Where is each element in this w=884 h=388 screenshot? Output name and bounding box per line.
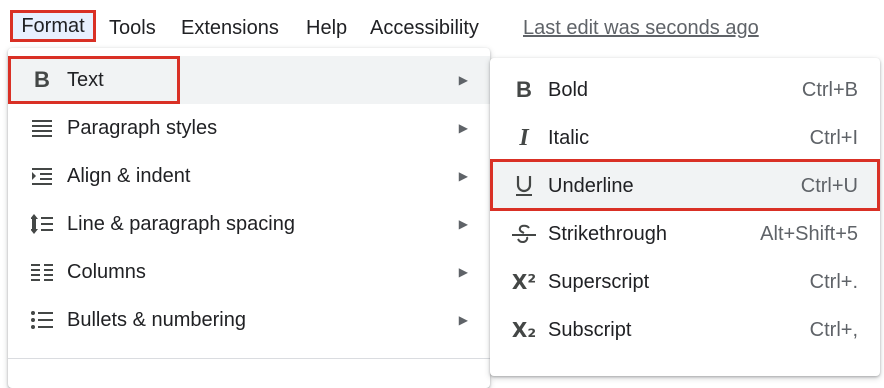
underline-icon — [512, 174, 536, 198]
format-menu-item-text[interactable]: B Text ▶ — [8, 56, 490, 104]
menu-tools[interactable]: Tools — [109, 14, 156, 42]
paragraph-styles-icon — [30, 116, 54, 140]
submenu-arrow-icon: ▶ — [458, 73, 468, 87]
format-menu-item-label: Paragraph styles — [67, 116, 218, 139]
text-submenu-item-strikethrough[interactable]: Strikethrough Alt+Shift+5 — [490, 210, 880, 258]
shortcut-label: Ctrl+. — [809, 271, 858, 293]
submenu-item-label: Subscript — [548, 319, 632, 341]
submenu-arrow-icon: ▶ — [458, 169, 468, 183]
shortcut-label: Ctrl+, — [809, 319, 858, 341]
indent-icon — [30, 164, 54, 188]
columns-icon — [30, 260, 54, 284]
strikethrough-icon — [512, 222, 536, 246]
submenu-item-label: Superscript — [548, 271, 650, 293]
menu-format[interactable]: Format — [10, 10, 96, 42]
format-menu-item-bullets[interactable]: Bullets & numbering ▶ — [8, 296, 490, 344]
text-submenu-item-bold[interactable]: B Bold Ctrl+B — [490, 66, 880, 114]
text-submenu-item-italic[interactable]: I Italic Ctrl+I — [490, 114, 880, 162]
format-menu-item-paragraph-styles[interactable]: Paragraph styles ▶ — [8, 104, 490, 152]
submenu-arrow-icon: ▶ — [458, 121, 468, 135]
format-menu-item-align-indent[interactable]: Align & indent ▶ — [8, 152, 490, 200]
format-menu-item-label: Text — [67, 68, 104, 91]
text-submenu-item-subscript[interactable]: X₂ Subscript Ctrl+, — [490, 306, 880, 354]
text-submenu: B Bold Ctrl+B I Italic Ctrl+I Underline … — [490, 58, 880, 376]
bullets-icon — [30, 308, 54, 332]
menu-extensions[interactable]: Extensions — [181, 14, 279, 42]
line-spacing-icon — [30, 212, 54, 236]
submenu-item-label: Italic — [548, 127, 590, 149]
format-menu-item-label: Columns — [67, 260, 146, 283]
format-menu-item-columns[interactable]: Columns ▶ — [8, 248, 490, 296]
superscript-icon: X² — [511, 270, 537, 294]
italic-icon: I — [519, 124, 529, 151]
bold-icon: B — [516, 77, 532, 102]
last-edit-link[interactable]: Last edit was seconds ago — [523, 14, 759, 42]
text-submenu-item-underline[interactable]: Underline Ctrl+U — [490, 162, 880, 210]
submenu-arrow-icon: ▶ — [458, 313, 468, 327]
submenu-item-label: Bold — [548, 79, 589, 101]
menu-accessibility[interactable]: Accessibility — [370, 14, 479, 42]
format-menu-item-line-spacing[interactable]: Line & paragraph spacing ▶ — [8, 200, 490, 248]
format-menu-item-label: Bullets & numbering — [67, 308, 246, 331]
format-menu-item-label: Line & paragraph spacing — [67, 212, 295, 235]
menu-divider — [8, 358, 490, 359]
submenu-item-label: Strikethrough — [548, 223, 667, 245]
text-submenu-item-superscript[interactable]: X² Superscript Ctrl+. — [490, 258, 880, 306]
format-menu: B Text ▶ Paragraph styles ▶ Align & inde… — [8, 48, 490, 388]
format-menu-item-label: Align & indent — [67, 164, 191, 187]
bold-b-icon: B — [34, 67, 50, 92]
shortcut-label: Alt+Shift+5 — [760, 223, 858, 245]
shortcut-label: Ctrl+U — [800, 175, 858, 197]
shortcut-label: Ctrl+B — [801, 79, 858, 101]
submenu-arrow-icon: ▶ — [458, 217, 468, 231]
subscript-icon: X₂ — [511, 318, 537, 342]
submenu-item-label: Underline — [548, 175, 634, 197]
shortcut-label: Ctrl+I — [809, 127, 858, 149]
submenu-arrow-icon: ▶ — [458, 265, 468, 279]
menu-help[interactable]: Help — [306, 14, 347, 42]
